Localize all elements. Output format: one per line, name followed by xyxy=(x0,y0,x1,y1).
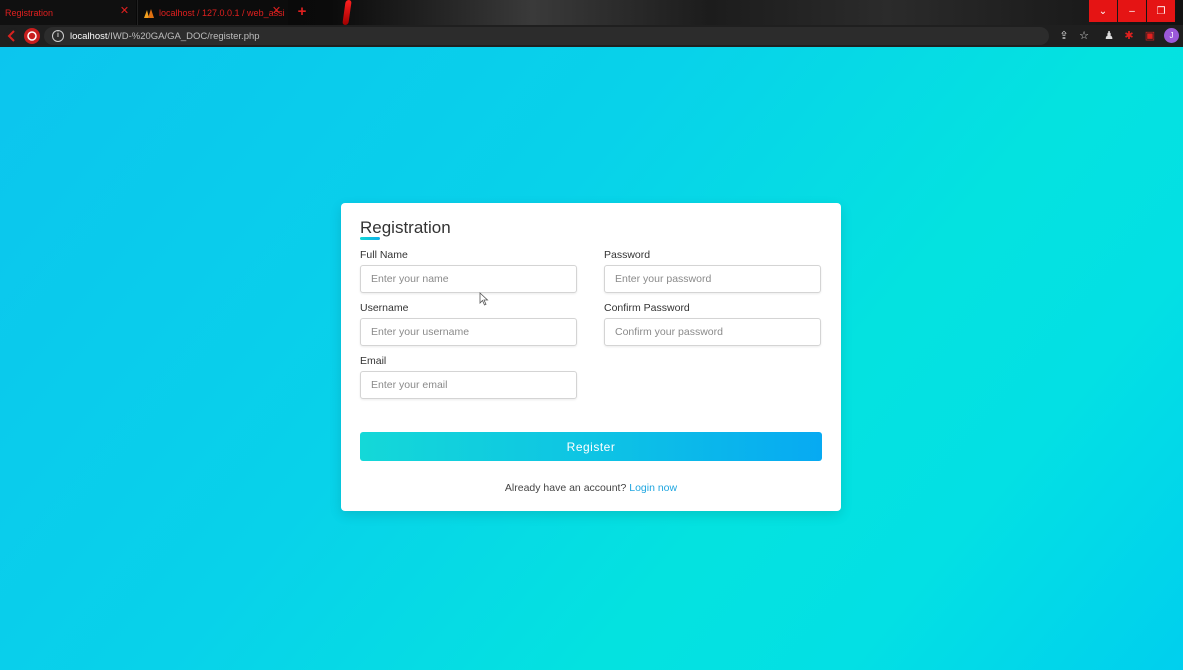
new-tab-button[interactable]: + xyxy=(294,4,310,20)
registration-card: Registration Full Name Username Email Pa… xyxy=(341,203,841,511)
title-underline xyxy=(360,237,380,240)
phpmyadmin-icon xyxy=(144,8,154,18)
address-bar: i localhost /IWD-%20GA/GA_DOC/register.p… xyxy=(0,25,1183,47)
email-input[interactable] xyxy=(360,371,577,399)
minimize-menu-button[interactable]: ⌄ xyxy=(1089,0,1117,22)
full-name-label: Full Name xyxy=(360,249,408,261)
close-icon[interactable]: ✕ xyxy=(271,6,282,17)
minimize-button[interactable]: – xyxy=(1118,0,1146,22)
profile-avatar[interactable]: J xyxy=(1164,28,1179,43)
reload-icon[interactable] xyxy=(24,28,40,44)
mouse-pointer-icon xyxy=(479,292,489,306)
page-title: Registration xyxy=(360,218,451,237)
browser-tab-bar: Registration ✕ localhost / 127.0.0.1 / w… xyxy=(0,0,1183,25)
url-field[interactable]: i localhost /IWD-%20GA/GA_DOC/register.p… xyxy=(44,27,1049,45)
password-label: Password xyxy=(604,249,651,261)
url-path: /IWD-%20GA/GA_DOC/register.php xyxy=(107,30,260,42)
confirm-password-label: Confirm Password xyxy=(604,302,690,314)
login-prompt-text: Already have an account? xyxy=(504,482,627,494)
page-background: Registration Full Name Username Email Pa… xyxy=(0,47,1183,670)
confirm-password-input[interactable] xyxy=(604,318,821,346)
background-decoration xyxy=(342,0,352,25)
star-icon[interactable]: ☆ xyxy=(1077,29,1091,43)
extension-icon[interactable]: ♟ xyxy=(1102,29,1116,43)
username-label: Username xyxy=(360,302,409,314)
puzzle-icon[interactable]: ✱ xyxy=(1122,29,1136,43)
login-prompt: Already have an account? Login now xyxy=(341,482,841,494)
sidebar-icon[interactable]: ▣ xyxy=(1143,29,1157,43)
share-icon[interactable]: ⇪ xyxy=(1057,29,1071,43)
tab-registration[interactable]: Registration ✕ xyxy=(0,0,136,25)
register-button[interactable]: Register xyxy=(360,432,822,461)
email-label: Email xyxy=(360,355,387,367)
tab-label: localhost / 127.0.0.1 / web_assi xyxy=(159,7,285,18)
restore-button[interactable]: ❐ xyxy=(1147,0,1175,22)
tab-label: Registration xyxy=(5,7,54,18)
url-host: localhost xyxy=(70,30,108,42)
login-link[interactable]: Login now xyxy=(629,482,677,494)
username-input[interactable] xyxy=(360,318,577,346)
full-name-input[interactable] xyxy=(360,265,577,293)
password-input[interactable] xyxy=(604,265,821,293)
info-icon[interactable]: i xyxy=(52,30,64,42)
close-icon[interactable]: ✕ xyxy=(119,6,130,17)
back-icon[interactable] xyxy=(4,28,20,44)
tab-phpmyadmin[interactable]: localhost / 127.0.0.1 / web_assi ✕ xyxy=(137,0,288,25)
